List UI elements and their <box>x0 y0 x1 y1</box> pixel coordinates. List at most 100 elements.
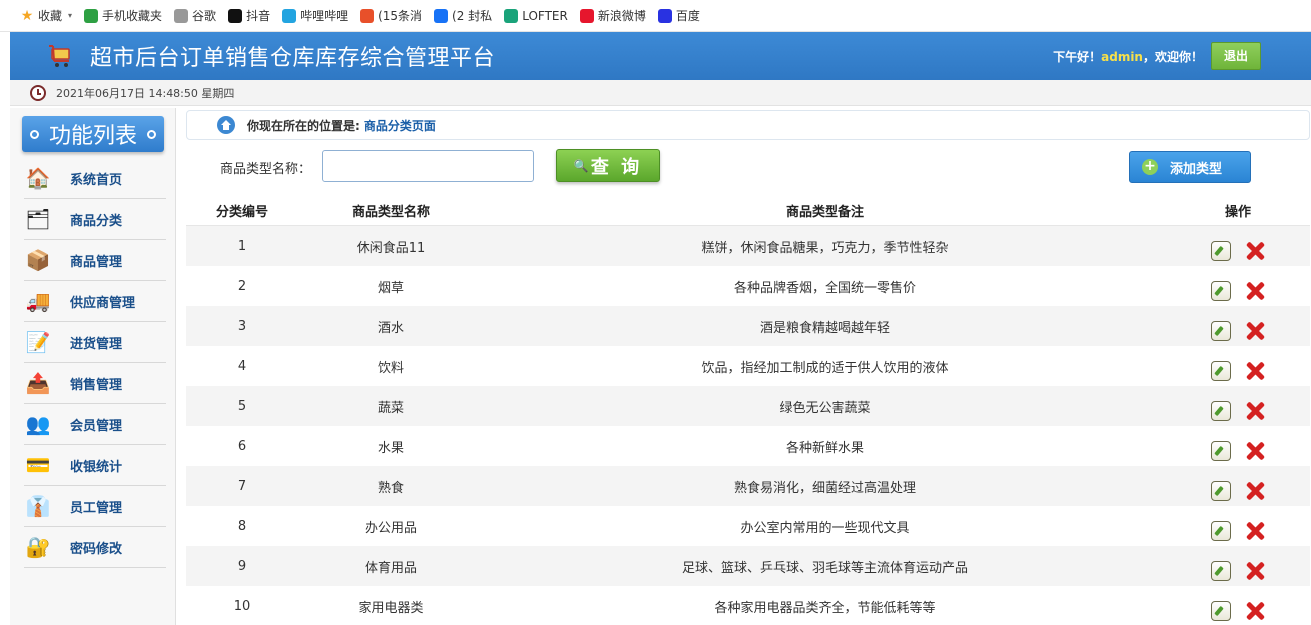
cell-actions <box>1166 546 1310 586</box>
staff-icon: 👔 <box>25 494 51 518</box>
category-name-search-input[interactable] <box>322 150 534 182</box>
edit-icon[interactable] <box>1211 521 1231 541</box>
bookmark-label: 哔哩哔哩 <box>300 9 349 23</box>
logout-button[interactable]: 退出 <box>1211 42 1261 70</box>
delete-icon[interactable] <box>1245 281 1265 301</box>
plus-icon: + <box>1142 159 1158 175</box>
sidebar-item-staff[interactable]: 👔 员工管理 <box>24 486 166 527</box>
edit-icon[interactable] <box>1211 401 1231 421</box>
sidebar-item-purchase[interactable]: 📝 进货管理 <box>24 322 166 363</box>
page-icon <box>174 8 189 23</box>
cell-id: 1 <box>237 238 247 254</box>
table-row: 7 熟食 熟食易消化，细菌经过高温处理 <box>186 466 1310 506</box>
breadcrumb-current-page[interactable]: 商品分类页面 <box>364 117 436 134</box>
cell-actions <box>1166 306 1310 346</box>
cell-name: 酒水 <box>377 320 404 336</box>
edit-icon[interactable] <box>1211 481 1231 501</box>
sidebar-item-label: 销售管理 <box>70 377 123 393</box>
edit-icon[interactable] <box>1211 321 1231 341</box>
delete-icon[interactable] <box>1245 401 1265 421</box>
cell-note: 熟食易消化，细菌经过高温处理 <box>733 480 916 496</box>
edit-icon[interactable] <box>1211 361 1231 381</box>
cell-actions <box>1166 586 1310 625</box>
search-label: 商品类型名称： <box>220 162 312 177</box>
edit-icon[interactable] <box>1211 241 1231 261</box>
cell-actions <box>1166 466 1310 506</box>
sidebar-item-label: 进货管理 <box>70 336 123 352</box>
cell-id: 7 <box>237 478 247 494</box>
delete-icon[interactable] <box>1245 441 1265 461</box>
bookmark-zhihu[interactable]: (2 封私 <box>434 6 492 26</box>
search-button[interactable]: 🔍 查 询 <box>556 149 660 182</box>
bookmark-csdn[interactable]: (15条消 <box>360 6 422 26</box>
bookmark-star[interactable]: ★ 收藏 ▾ <box>20 6 72 26</box>
user-greeting: 下午好！admin，欢迎你！ <box>1053 48 1203 65</box>
bookmark-label: 新浪微博 <box>597 9 646 23</box>
cell-id: 10 <box>233 598 251 614</box>
cell-actions <box>1166 346 1310 386</box>
delete-icon[interactable] <box>1245 241 1265 261</box>
sidebar-item-home[interactable]: 🏠 系统首页 <box>24 158 166 199</box>
sidebar-item-label: 收银统计 <box>70 459 123 475</box>
delete-icon[interactable] <box>1245 321 1265 341</box>
delete-icon[interactable] <box>1245 561 1265 581</box>
edit-icon[interactable] <box>1211 601 1231 621</box>
greeting-suffix: ，欢迎你！ <box>1142 50 1203 64</box>
bookmark-label: 收藏 <box>38 9 63 23</box>
delete-icon[interactable] <box>1245 601 1265 621</box>
column-header-note: 商品类型备注 <box>785 205 864 220</box>
delete-icon[interactable] <box>1245 361 1265 381</box>
sidebar-item-label: 商品管理 <box>70 254 123 270</box>
edit-icon[interactable] <box>1211 561 1231 581</box>
bookmark-label: 谷歌 <box>192 9 217 23</box>
breadcrumb-prefix: 你现在所在的位置是: <box>247 118 360 133</box>
cell-actions <box>1166 266 1310 306</box>
bookmark-lofter[interactable]: LOFTER <box>504 6 568 26</box>
sidebar-item-category[interactable]: 🗂 商品分类 <box>24 199 166 240</box>
sidebar-item-label: 供应商管理 <box>70 295 136 311</box>
baidu-icon <box>657 8 672 23</box>
date-bar: 2021年06月17日 14:48:50 星期四 <box>10 80 1311 106</box>
cell-name: 家用电器类 <box>358 600 424 616</box>
table-row: 1 休闲食品11 糕饼，休闲食品糖果，巧克力，季节性轻杂 <box>186 226 1310 266</box>
sidebar-item-label: 员工管理 <box>70 500 123 516</box>
sidebar-item-label: 密码修改 <box>70 541 123 557</box>
category-icon: 🗂 <box>25 207 51 231</box>
add-category-button[interactable]: + 添加类型 <box>1129 151 1251 183</box>
edit-icon[interactable] <box>1211 281 1231 301</box>
supplier-icon: 🚚 <box>25 289 51 313</box>
table-row: 10 家用电器类 各种家用电器品类齐全，节能低耗等等 <box>186 586 1310 625</box>
cell-note: 足球、篮球、乒乓球、羽毛球等主流体育运动产品 <box>681 560 968 576</box>
edit-icon[interactable] <box>1211 441 1231 461</box>
cell-id: 4 <box>237 358 247 374</box>
cell-actions <box>1166 226 1310 266</box>
column-header-name: 商品类型名称 <box>351 205 430 220</box>
sidebar-item-password[interactable]: 🔐 密码修改 <box>24 527 166 568</box>
lofter-icon <box>504 8 519 23</box>
delete-icon[interactable] <box>1245 521 1265 541</box>
cell-name: 熟食 <box>377 480 404 496</box>
sidebar-item-supplier[interactable]: 🚚 供应商管理 <box>24 281 166 322</box>
home-icon <box>217 116 235 134</box>
bookmark-weibo[interactable]: 新浪微博 <box>579 6 646 26</box>
cell-note: 办公室内常用的一些现代文具 <box>740 520 910 536</box>
sidebar-item-members[interactable]: 👥 会员管理 <box>24 404 166 445</box>
bookmark-page[interactable]: 谷歌 <box>174 6 216 26</box>
circle-dot-icon <box>147 129 156 139</box>
column-header-id: 分类编号 <box>215 205 268 220</box>
bookmark-baidu[interactable]: 百度 <box>657 6 700 26</box>
members-icon: 👥 <box>25 412 51 436</box>
chevron-down-icon[interactable]: ▾ <box>68 11 72 20</box>
bookmark-label: 抖音 <box>246 9 271 23</box>
sidebar-item-sales[interactable]: 📤 销售管理 <box>24 363 166 404</box>
delete-icon[interactable] <box>1245 481 1265 501</box>
bookmark-phone[interactable]: 手机收藏夹 <box>84 6 162 26</box>
sidebar-item-cashier[interactable]: 💳 收银统计 <box>24 445 166 486</box>
bookmark-bilibili[interactable]: 哔哩哔哩 <box>282 6 348 26</box>
password-icon: 🔐 <box>25 535 51 559</box>
cell-actions <box>1166 386 1310 426</box>
bookmark-tiktok[interactable]: 抖音 <box>228 6 270 26</box>
phone-icon <box>84 8 99 23</box>
sidebar-item-goods[interactable]: 📦 商品管理 <box>24 240 166 281</box>
cell-id: 5 <box>237 398 247 414</box>
